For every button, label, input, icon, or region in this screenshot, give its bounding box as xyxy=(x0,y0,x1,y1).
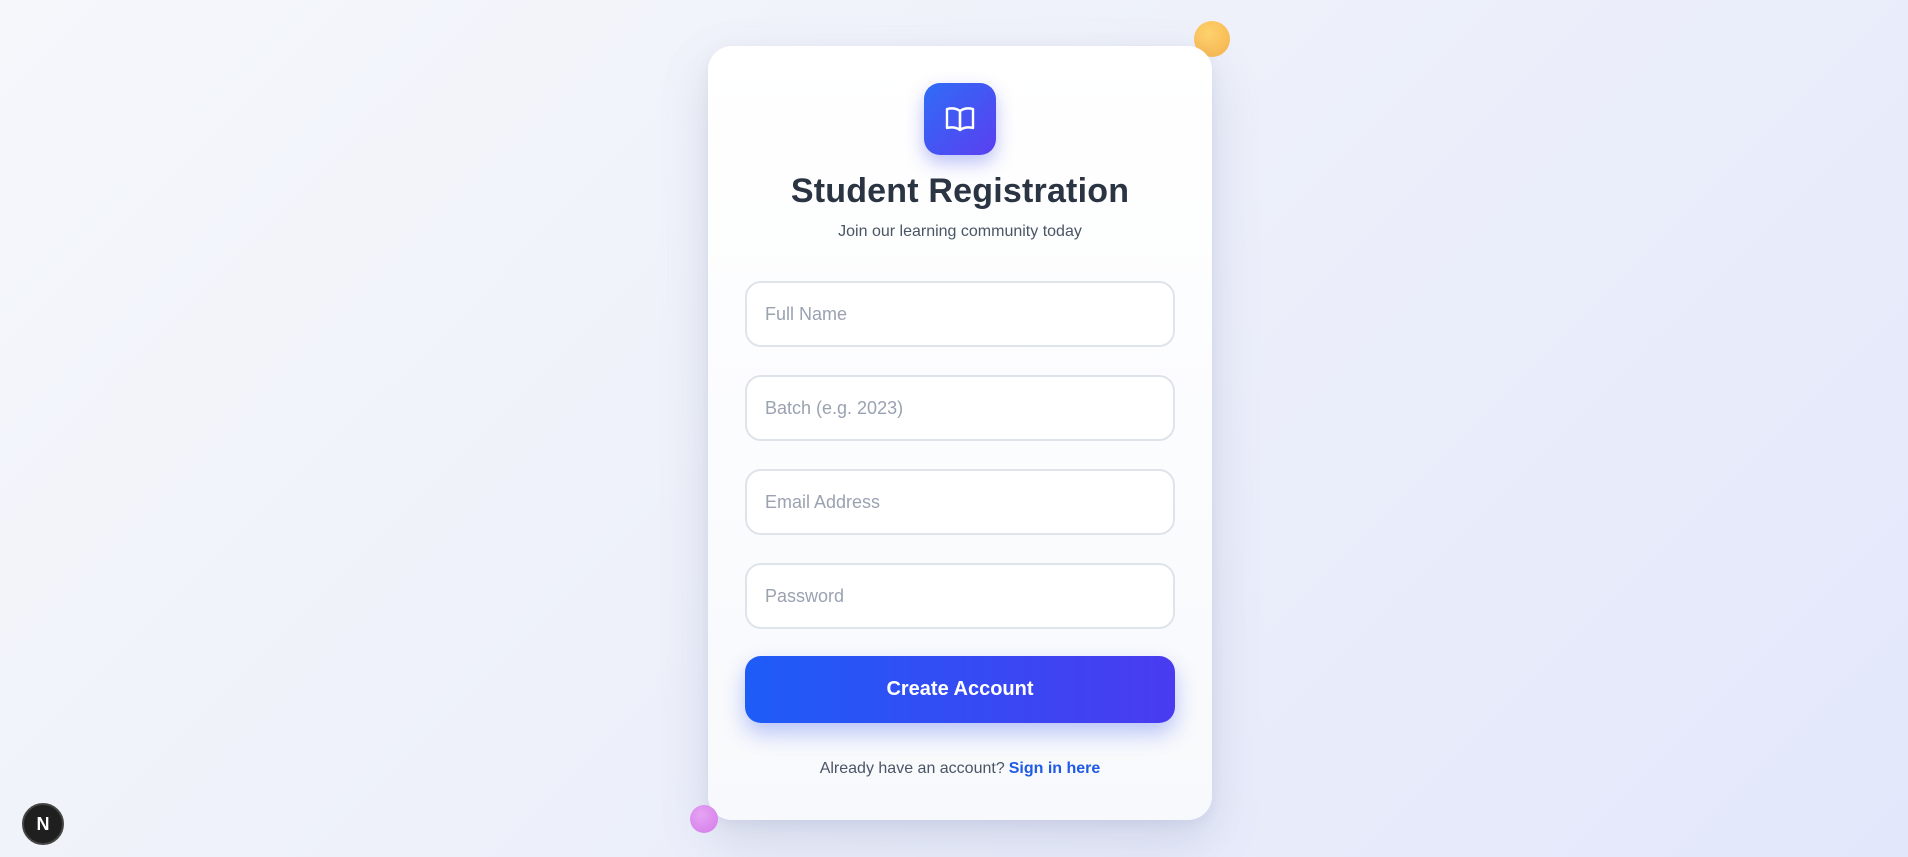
signin-prompt: Already have an account? Sign in here xyxy=(708,760,1212,778)
sign-in-link[interactable]: Sign in here xyxy=(1009,760,1101,777)
signin-prompt-text: Already have an account? xyxy=(819,760,1005,777)
dev-tools-badge[interactable]: N xyxy=(22,803,64,845)
page-title: Student Registration xyxy=(790,172,1130,210)
page-subtitle: Join our learning community today xyxy=(838,223,1082,240)
password-input[interactable] xyxy=(745,563,1175,629)
full-name-input[interactable] xyxy=(745,281,1175,347)
email-input[interactable] xyxy=(745,469,1175,535)
book-open-icon xyxy=(924,83,996,155)
batch-input[interactable] xyxy=(745,375,1175,441)
create-account-button[interactable]: Create Account xyxy=(745,656,1175,723)
decorative-pink-dot xyxy=(690,805,718,833)
registration-card: Student Registration Join our learning c… xyxy=(708,46,1212,820)
dev-badge-label: N xyxy=(36,813,50,834)
